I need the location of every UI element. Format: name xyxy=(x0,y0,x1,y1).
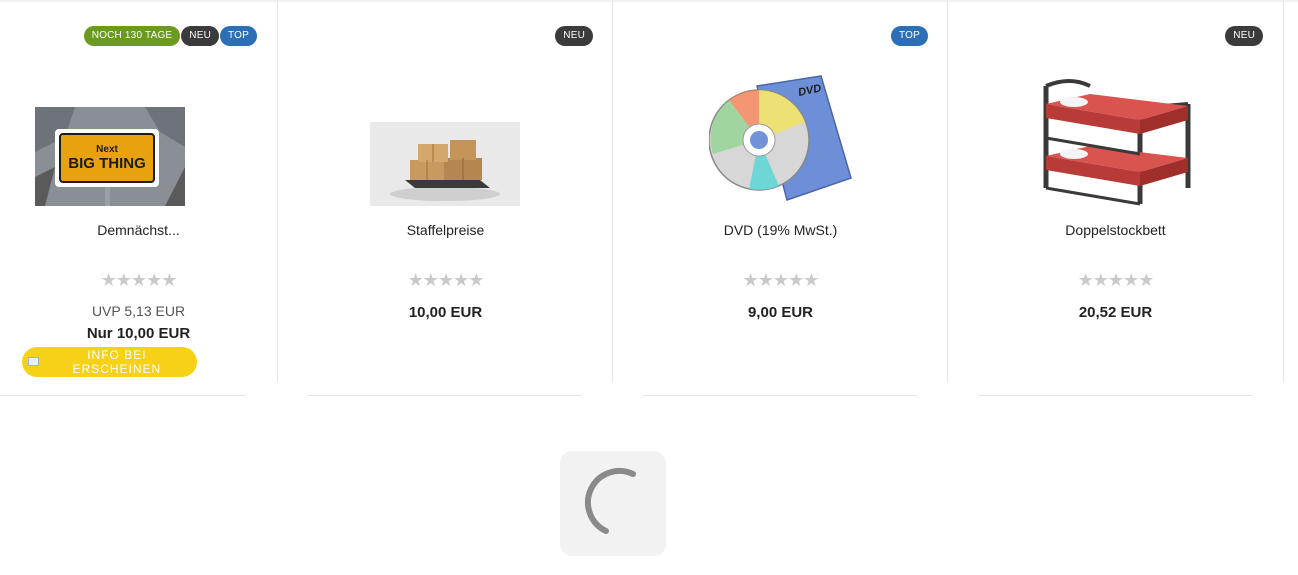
uvp-price: UVP 5,13 EUR xyxy=(91,303,186,319)
badge-top: TOP xyxy=(220,26,257,46)
rating-stars: ★★★★★ xyxy=(742,270,820,290)
product-image-dvd[interactable]: DVD xyxy=(709,74,853,206)
product-title[interactable]: Demnächst... xyxy=(0,222,277,238)
rating-stars: ★★★★★ xyxy=(1077,270,1155,290)
badge-new: NEU xyxy=(181,26,220,46)
card-divider xyxy=(308,395,582,396)
product-image-next-big-thing[interactable]: Next BIG THING xyxy=(35,107,185,206)
product-image-bunk-bed[interactable] xyxy=(1040,76,1192,206)
product-card-staffelpreise[interactable]: NEU Staffelpreise ★★★★★ 10,00 EUR xyxy=(277,0,613,382)
spinner-icon xyxy=(584,467,636,534)
sign-line-1: Next xyxy=(96,144,118,155)
loading-indicator xyxy=(560,451,666,556)
product-price: 20,52 EUR xyxy=(1078,304,1153,321)
product-title[interactable]: DVD (19% MwSt.) xyxy=(613,222,948,238)
card-divider xyxy=(0,395,246,396)
product-card-doppelstockbett[interactable]: NEU Doppelstockbett ★★★★★ 20,52 EUR xyxy=(947,0,1284,382)
notify-button-label: INFO BEI ERSCHEINEN xyxy=(72,348,162,376)
card-divider xyxy=(643,395,917,396)
product-price: 9,00 EUR xyxy=(747,304,814,321)
badge-group: NEU xyxy=(1225,26,1263,46)
badge-countdown: NOCH 130 TAGE xyxy=(83,26,181,46)
product-title[interactable]: Doppelstockbett xyxy=(948,222,1283,238)
mail-icon xyxy=(28,356,39,366)
badge-new: NEU xyxy=(555,26,593,46)
badge-group: TOP xyxy=(891,26,928,46)
product-title[interactable]: Staffelpreise xyxy=(278,222,613,238)
badge-top: TOP xyxy=(891,26,928,46)
product-card-demnaechst[interactable]: NOCH 130 TAGE NEU TOP Next BIG THING Dem… xyxy=(0,0,277,382)
rating-stars: ★★★★★ xyxy=(100,270,178,290)
badge-group: NOCH 130 TAGE NEU TOP xyxy=(83,26,257,46)
notify-on-release-button[interactable]: INFO BEI ERSCHEINEN xyxy=(22,347,197,377)
product-card-dvd[interactable]: TOP DVD DVD (19% MwSt.) ★★★★★ 9,00 EUR xyxy=(612,0,948,382)
card-divider xyxy=(978,395,1252,396)
badge-group: NEU xyxy=(555,26,593,46)
badge-new: NEU xyxy=(1225,26,1263,46)
product-price: Nur 10,00 EUR xyxy=(86,325,191,342)
sign-line-2: BIG THING xyxy=(68,155,146,172)
product-grid: NOCH 130 TAGE NEU TOP Next BIG THING Dem… xyxy=(0,0,1298,400)
product-image-boxes[interactable] xyxy=(370,122,520,206)
rating-stars: ★★★★★ xyxy=(407,270,485,290)
product-price: 10,00 EUR xyxy=(408,304,483,321)
